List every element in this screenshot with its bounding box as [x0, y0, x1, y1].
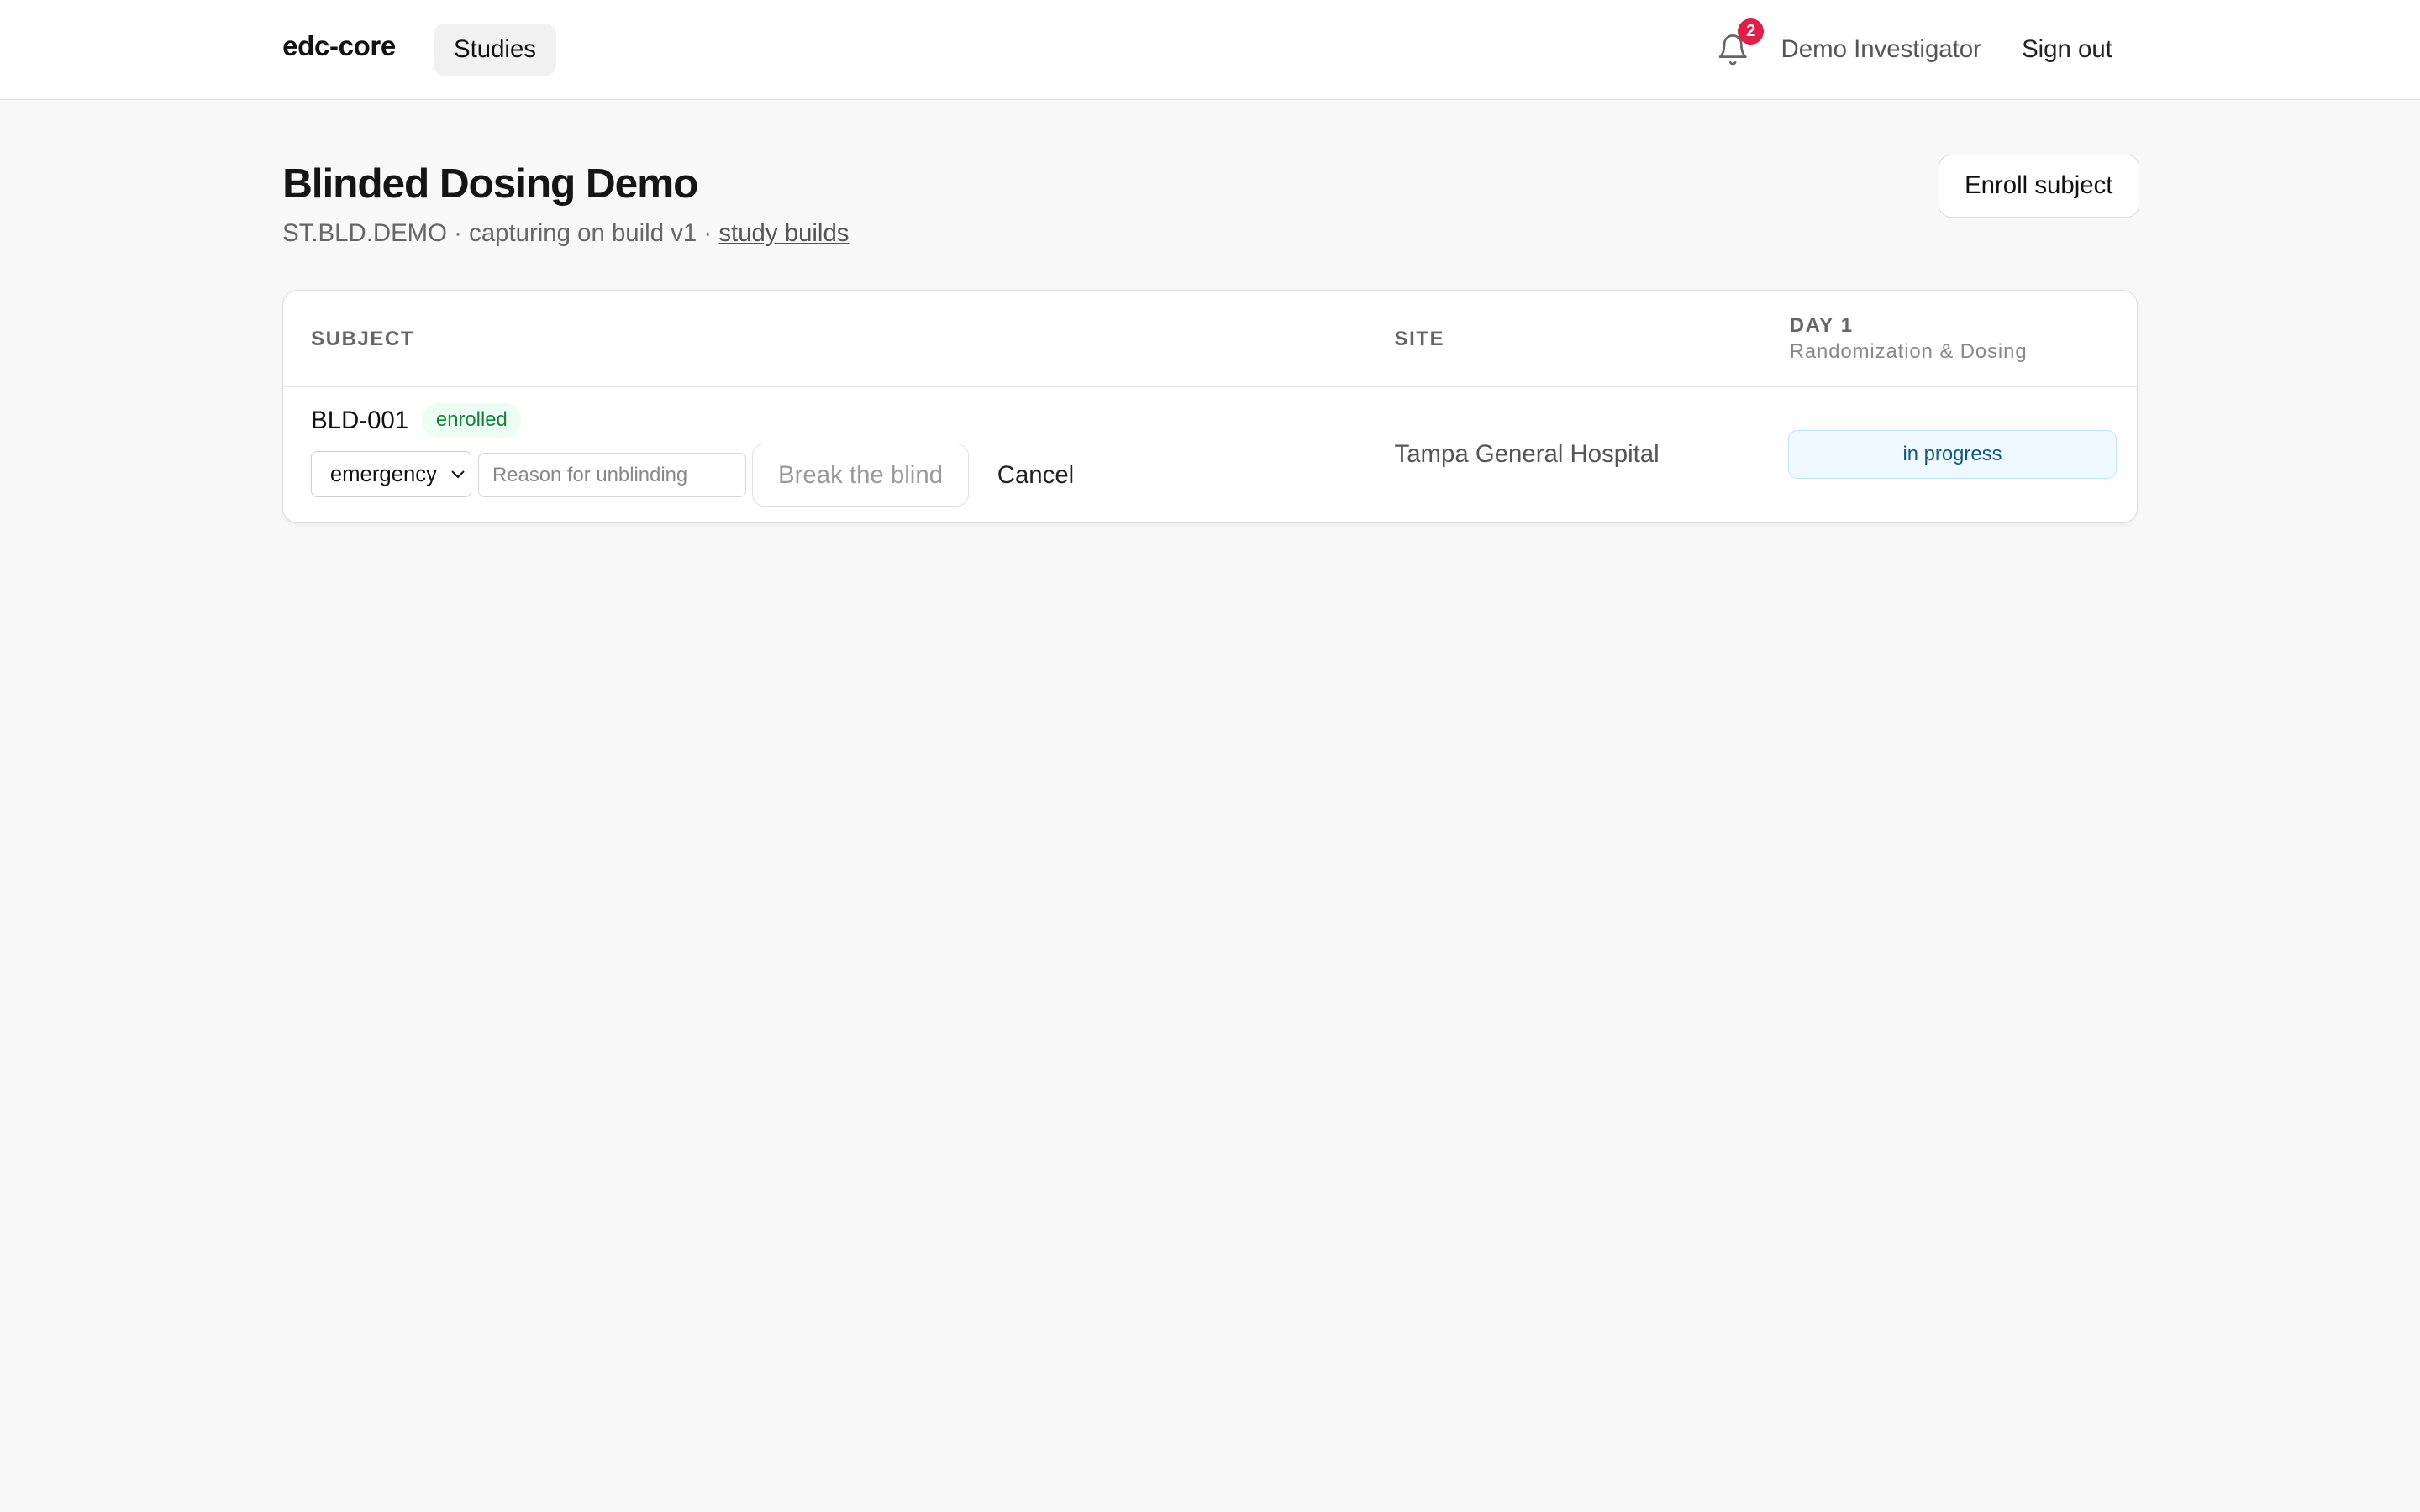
break-blind-button[interactable]: Break the blind	[752, 444, 969, 507]
subtitle-separator: ·	[454, 218, 462, 247]
notification-count-badge: 2	[1738, 18, 1765, 45]
cancel-button[interactable]: Cancel	[975, 444, 1097, 507]
visit-status-badge[interactable]: in progress	[1787, 429, 2118, 480]
status-badge: enrolled	[422, 403, 522, 438]
brand-logo-text[interactable]: edc-core	[282, 31, 396, 63]
capture-build-text: capturing on build v1	[469, 218, 697, 247]
unblind-reason-input[interactable]	[477, 453, 747, 498]
enroll-subject-button[interactable]: Enroll subject	[1938, 154, 2139, 218]
unblind-reason-select[interactable]: emergency	[311, 451, 472, 498]
top-navigation-bar: edc-core Studies 2 Demo Investigator Sig…	[0, 0, 2420, 101]
table-header: SUBJECT SITE DAY 1 Randomization & Dosin…	[283, 291, 2137, 388]
study-subtitle: ST.BLD.DEMO · capturing on build v1 · st…	[282, 219, 849, 248]
page-title: Blinded Dosing Demo	[282, 160, 698, 207]
column-header-visit-description: Randomization & Dosing	[1789, 340, 2028, 364]
sign-out-button[interactable]: Sign out	[2022, 35, 2112, 64]
subjects-table: SUBJECT SITE DAY 1 Randomization & Dosin…	[282, 290, 2138, 523]
user-name: Demo Investigator	[1781, 35, 1981, 64]
nav-studies-link[interactable]: Studies	[434, 23, 556, 76]
subject-id[interactable]: BLD-001	[311, 407, 408, 435]
column-header-subject: SUBJECT	[311, 328, 415, 351]
column-header-visit: DAY 1	[1789, 313, 1854, 337]
subtitle-separator: ·	[703, 218, 713, 247]
column-header-site: SITE	[1394, 328, 1445, 351]
study-builds-link[interactable]: study builds	[718, 219, 849, 247]
site-name: Tampa General Hospital	[1394, 440, 1660, 469]
study-code: ST.BLD.DEMO	[282, 218, 447, 247]
